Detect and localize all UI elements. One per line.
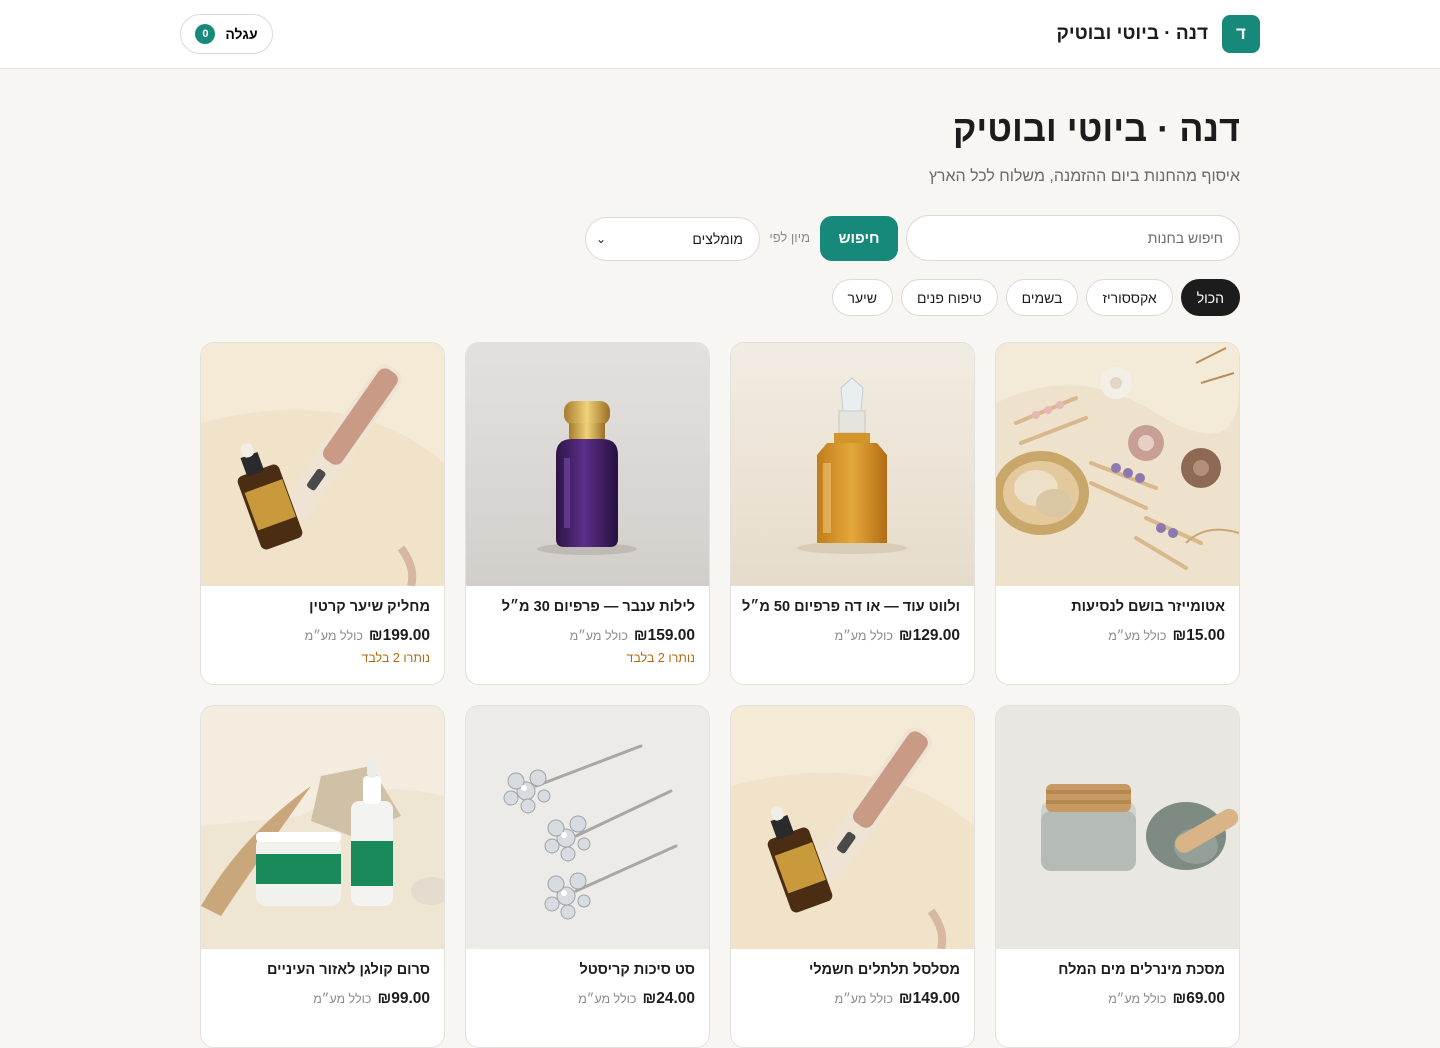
brand-name: דנה · ביוטי ובוטיק (1056, 23, 1208, 44)
cart-count-badge: 0 (195, 24, 216, 44)
price-row: ₪99.00 כולל מע״מ (313, 990, 430, 1008)
low-stock-note: נותרו 2 בלבד (626, 651, 695, 665)
sort-select[interactable]: מומלצים ⌄ (585, 217, 760, 261)
category-chip-hair[interactable]: שיער (831, 279, 894, 316)
cart-label: עגלה (225, 26, 258, 42)
vat-note: כולל מע״מ (313, 992, 372, 1006)
price-row: ₪149.00 כולל מע״מ (835, 990, 960, 1008)
category-chip-perfumes[interactable]: בשמים (1005, 279, 1079, 316)
cart-button[interactable]: עגלה 0 (180, 14, 273, 54)
page-subtitle: איסוף מהחנות ביום ההזמנה, משלוח לכל הארץ (928, 168, 1240, 185)
vat-note: כולל מע״מ (834, 629, 893, 643)
top-bar: ד דנה · ביוטי ובוטיק עגלה 0 (0, 0, 1440, 69)
product-image (201, 706, 444, 949)
product-image (466, 706, 709, 949)
product-card[interactable]: סרום קולגן לאזור העיניים ₪99.00 כולל מע״… (200, 705, 445, 1048)
product-image (201, 343, 444, 586)
product-name[interactable]: לילות ענבר — פרפיום 30 מ״ל (476, 599, 695, 615)
brand[interactable]: ד דנה · ביוטי ובוטיק (1056, 15, 1260, 53)
product-price: ₪24.00 (642, 990, 696, 1007)
product-name[interactable]: מסכת מינרלים מים המלח (1006, 962, 1225, 978)
category-filters: הכול אקססוריז בשמים טיפוח פנים שיער (831, 279, 1240, 316)
price-row: ₪15.00 כולל מע״מ (1108, 627, 1225, 645)
vat-note: כולל מע״מ (834, 992, 893, 1006)
vat-note: כולל מע״מ (304, 629, 363, 643)
search-input[interactable] (906, 215, 1240, 261)
chevron-down-icon: ⌄ (596, 232, 607, 246)
product-price: ₪129.00 (898, 627, 960, 644)
product-image (996, 343, 1239, 586)
category-chip-all[interactable]: הכול (1180, 279, 1240, 316)
vat-note: כולל מע״מ (1108, 992, 1167, 1006)
sort-label: מיון לפי (769, 230, 810, 245)
product-price: ₪99.00 (377, 990, 431, 1007)
product-name[interactable]: סט סיכות קריסטל (476, 962, 695, 978)
price-row: ₪199.00 כולל מע״מ (305, 627, 430, 645)
price-row: ₪159.00 כולל מע״מ (570, 627, 695, 645)
product-price: ₪199.00 (368, 627, 430, 644)
category-chip-face-care[interactable]: טיפוח פנים (901, 279, 998, 316)
brand-logo: ד (1222, 15, 1260, 53)
product-card[interactable]: מחליק שיער קרטין ₪199.00 כולל מע״מ נותרו… (200, 342, 445, 685)
vat-note: כולל מע״מ (569, 629, 628, 643)
product-name[interactable]: מחליק שיער קרטין (211, 599, 430, 615)
product-price: ₪69.00 (1172, 990, 1226, 1007)
vat-note: כולל מע״מ (1108, 629, 1167, 643)
product-grid: אטומייזר בושם לנסיעות ₪15.00 כולל מע״מ ו… (200, 342, 1240, 1048)
product-image (466, 343, 709, 586)
product-image (731, 343, 974, 586)
product-price: ₪15.00 (1172, 627, 1226, 644)
product-name[interactable]: סרום קולגן לאזור העיניים (211, 962, 430, 978)
page-title: דנה · ביוטי ובוטיק (952, 108, 1240, 149)
product-card[interactable]: ולווט עוד — או דה פרפיום 50 מ״ל ₪129.00 … (730, 342, 975, 685)
price-row: ₪24.00 כולל מע״מ (578, 990, 695, 1008)
low-stock-note: נותרו 2 בלבד (361, 651, 430, 665)
product-name[interactable]: אטומייזר בושם לנסיעות (1006, 599, 1225, 615)
product-card[interactable]: מסלסל תלתלים חשמלי ₪149.00 כולל מע״מ (730, 705, 975, 1048)
product-card[interactable]: מסכת מינרלים מים המלח ₪69.00 כולל מע״מ (995, 705, 1240, 1048)
search-button[interactable]: חיפוש (820, 216, 898, 261)
vat-note: כולל מע״מ (578, 992, 637, 1006)
price-row: ₪129.00 כולל מע״מ (835, 627, 960, 645)
product-image (996, 706, 1239, 949)
product-price: ₪159.00 (633, 627, 695, 644)
price-row: ₪69.00 כולל מע״מ (1108, 990, 1225, 1008)
product-card[interactable]: סט סיכות קריסטל ₪24.00 כולל מע״מ (465, 705, 710, 1048)
product-name[interactable]: ולווט עוד — או דה פרפיום 50 מ״ל (741, 599, 960, 615)
category-chip-accessories[interactable]: אקססוריז (1086, 279, 1173, 316)
product-image (731, 706, 974, 949)
product-name[interactable]: מסלסל תלתלים חשמלי (741, 962, 960, 978)
product-card[interactable]: אטומייזר בושם לנסיעות ₪15.00 כולל מע״מ (995, 342, 1240, 685)
sort-selected-value: מומלצים (692, 231, 743, 247)
product-price: ₪149.00 (898, 990, 960, 1007)
product-card[interactable]: לילות ענבר — פרפיום 30 מ״ל ₪159.00 כולל … (465, 342, 710, 685)
